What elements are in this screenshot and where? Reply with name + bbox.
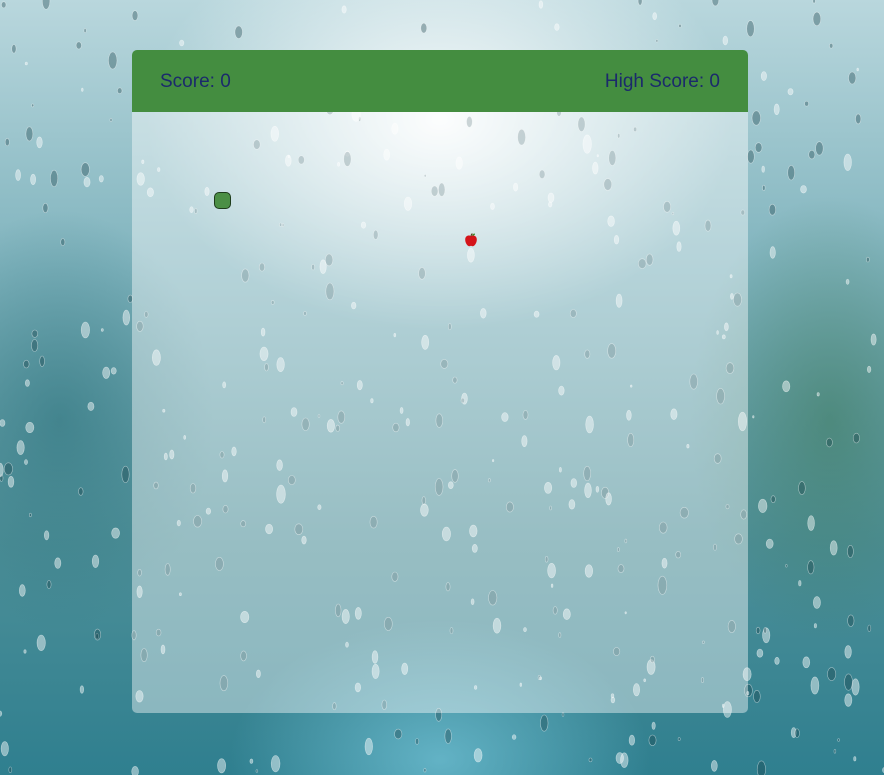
score-header: Score: 0 High Score: 0	[132, 50, 748, 112]
game-board[interactable]	[132, 112, 748, 713]
game-panel: Score: 0 High Score: 0	[132, 50, 748, 713]
score-display: Score: 0	[160, 71, 231, 92]
high-score-display: High Score: 0	[604, 71, 720, 92]
apple-icon	[465, 233, 477, 247]
snake-head	[214, 192, 231, 209]
